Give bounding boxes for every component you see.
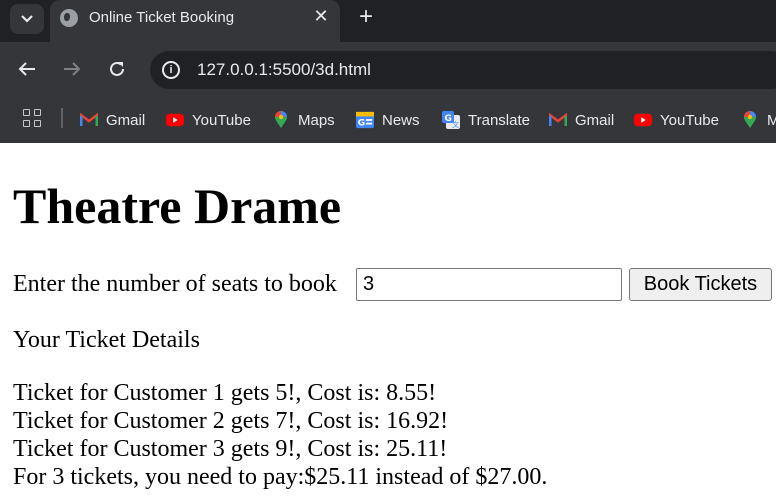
- news-icon: G: [356, 111, 374, 129]
- back-arrow-icon: [18, 62, 35, 76]
- bookmark-gmail[interactable]: Gmail: [80, 97, 145, 143]
- bookmark-news[interactable]: G News: [356, 97, 420, 143]
- bookmark-gmail-2[interactable]: Gmail: [549, 97, 614, 143]
- bookmark-label: Gmail: [106, 111, 146, 129]
- forward-button[interactable]: [60, 57, 84, 81]
- tab-strip: Online Ticket Booking ✕ +: [0, 0, 776, 42]
- bookmark-label: Translate: [468, 111, 530, 129]
- bookmark-label: M: [767, 111, 776, 129]
- bookmark-translate[interactable]: G文 Translate: [442, 97, 530, 143]
- page-title: Theatre Drame: [13, 178, 342, 234]
- ticket-detail-line: Ticket for Customer 1 gets 5!, Cost is: …: [13, 380, 437, 406]
- maps-icon: [741, 111, 759, 129]
- reload-icon: [110, 61, 124, 76]
- bookmark-maps-2[interactable]: M: [741, 97, 776, 143]
- bookmark-label: Maps: [298, 111, 335, 129]
- apps-grid-icon[interactable]: [23, 109, 41, 127]
- reload-button[interactable]: [105, 57, 129, 81]
- gmail-icon: [80, 111, 98, 129]
- active-tab[interactable]: Online Ticket Booking ✕: [50, 0, 340, 42]
- chevron-down-icon: [21, 15, 33, 23]
- ticket-detail-line: Ticket for Customer 2 gets 7!, Cost is: …: [13, 408, 449, 434]
- ticket-details-heading: Your Ticket Details: [13, 327, 200, 353]
- ticket-total-line: For 3 tickets, you need to pay:$25.11 in…: [13, 464, 548, 490]
- bookmark-maps[interactable]: Maps: [272, 97, 335, 143]
- bookmarks-bar: Gmail YouTube Maps G News G文 Translate G…: [0, 97, 776, 143]
- bookmark-label: YouTube: [660, 111, 719, 129]
- bookmark-label: News: [382, 111, 420, 129]
- svg-text:文: 文: [452, 120, 459, 129]
- page-content: Theatre Drame Enter the number of seats …: [0, 143, 776, 497]
- new-tab-button[interactable]: +: [352, 3, 380, 31]
- ticket-details-list: Ticket for Customer 1 gets 5!, Cost is: …: [13, 379, 547, 491]
- book-tickets-button[interactable]: Book Tickets: [629, 268, 772, 301]
- globe-icon: [60, 9, 78, 27]
- translate-icon: G文: [442, 111, 460, 129]
- svg-text:G: G: [358, 118, 365, 128]
- maps-icon: [272, 111, 290, 129]
- seat-count-label: Enter the number of seats to book: [13, 271, 337, 297]
- svg-text:G: G: [445, 114, 452, 124]
- seat-count-input[interactable]: [356, 268, 622, 301]
- close-tab-icon[interactable]: ✕: [310, 6, 332, 28]
- ticket-detail-line: Ticket for Customer 3 gets 9!, Cost is: …: [13, 436, 448, 462]
- back-button[interactable]: [15, 57, 39, 81]
- bookmark-youtube-2[interactable]: YouTube: [634, 97, 719, 143]
- bookmarks-divider: [61, 108, 63, 128]
- address-bar[interactable]: i 127.0.0.1:5500/3d.html: [150, 51, 776, 89]
- bookmark-label: YouTube: [192, 111, 251, 129]
- bookmark-youtube[interactable]: YouTube: [166, 97, 251, 143]
- youtube-icon: [634, 111, 652, 129]
- tab-search-button[interactable]: [10, 4, 44, 34]
- forward-arrow-icon: [64, 62, 81, 76]
- tab-title: Online Ticket Booking: [89, 9, 235, 26]
- gmail-icon: [549, 111, 567, 129]
- bookmark-label: Gmail: [575, 111, 615, 129]
- youtube-icon: [166, 111, 184, 129]
- info-icon[interactable]: i: [162, 61, 180, 79]
- url-text[interactable]: 127.0.0.1:5500/3d.html: [197, 60, 371, 80]
- browser-toolbar: i 127.0.0.1:5500/3d.html: [0, 42, 776, 97]
